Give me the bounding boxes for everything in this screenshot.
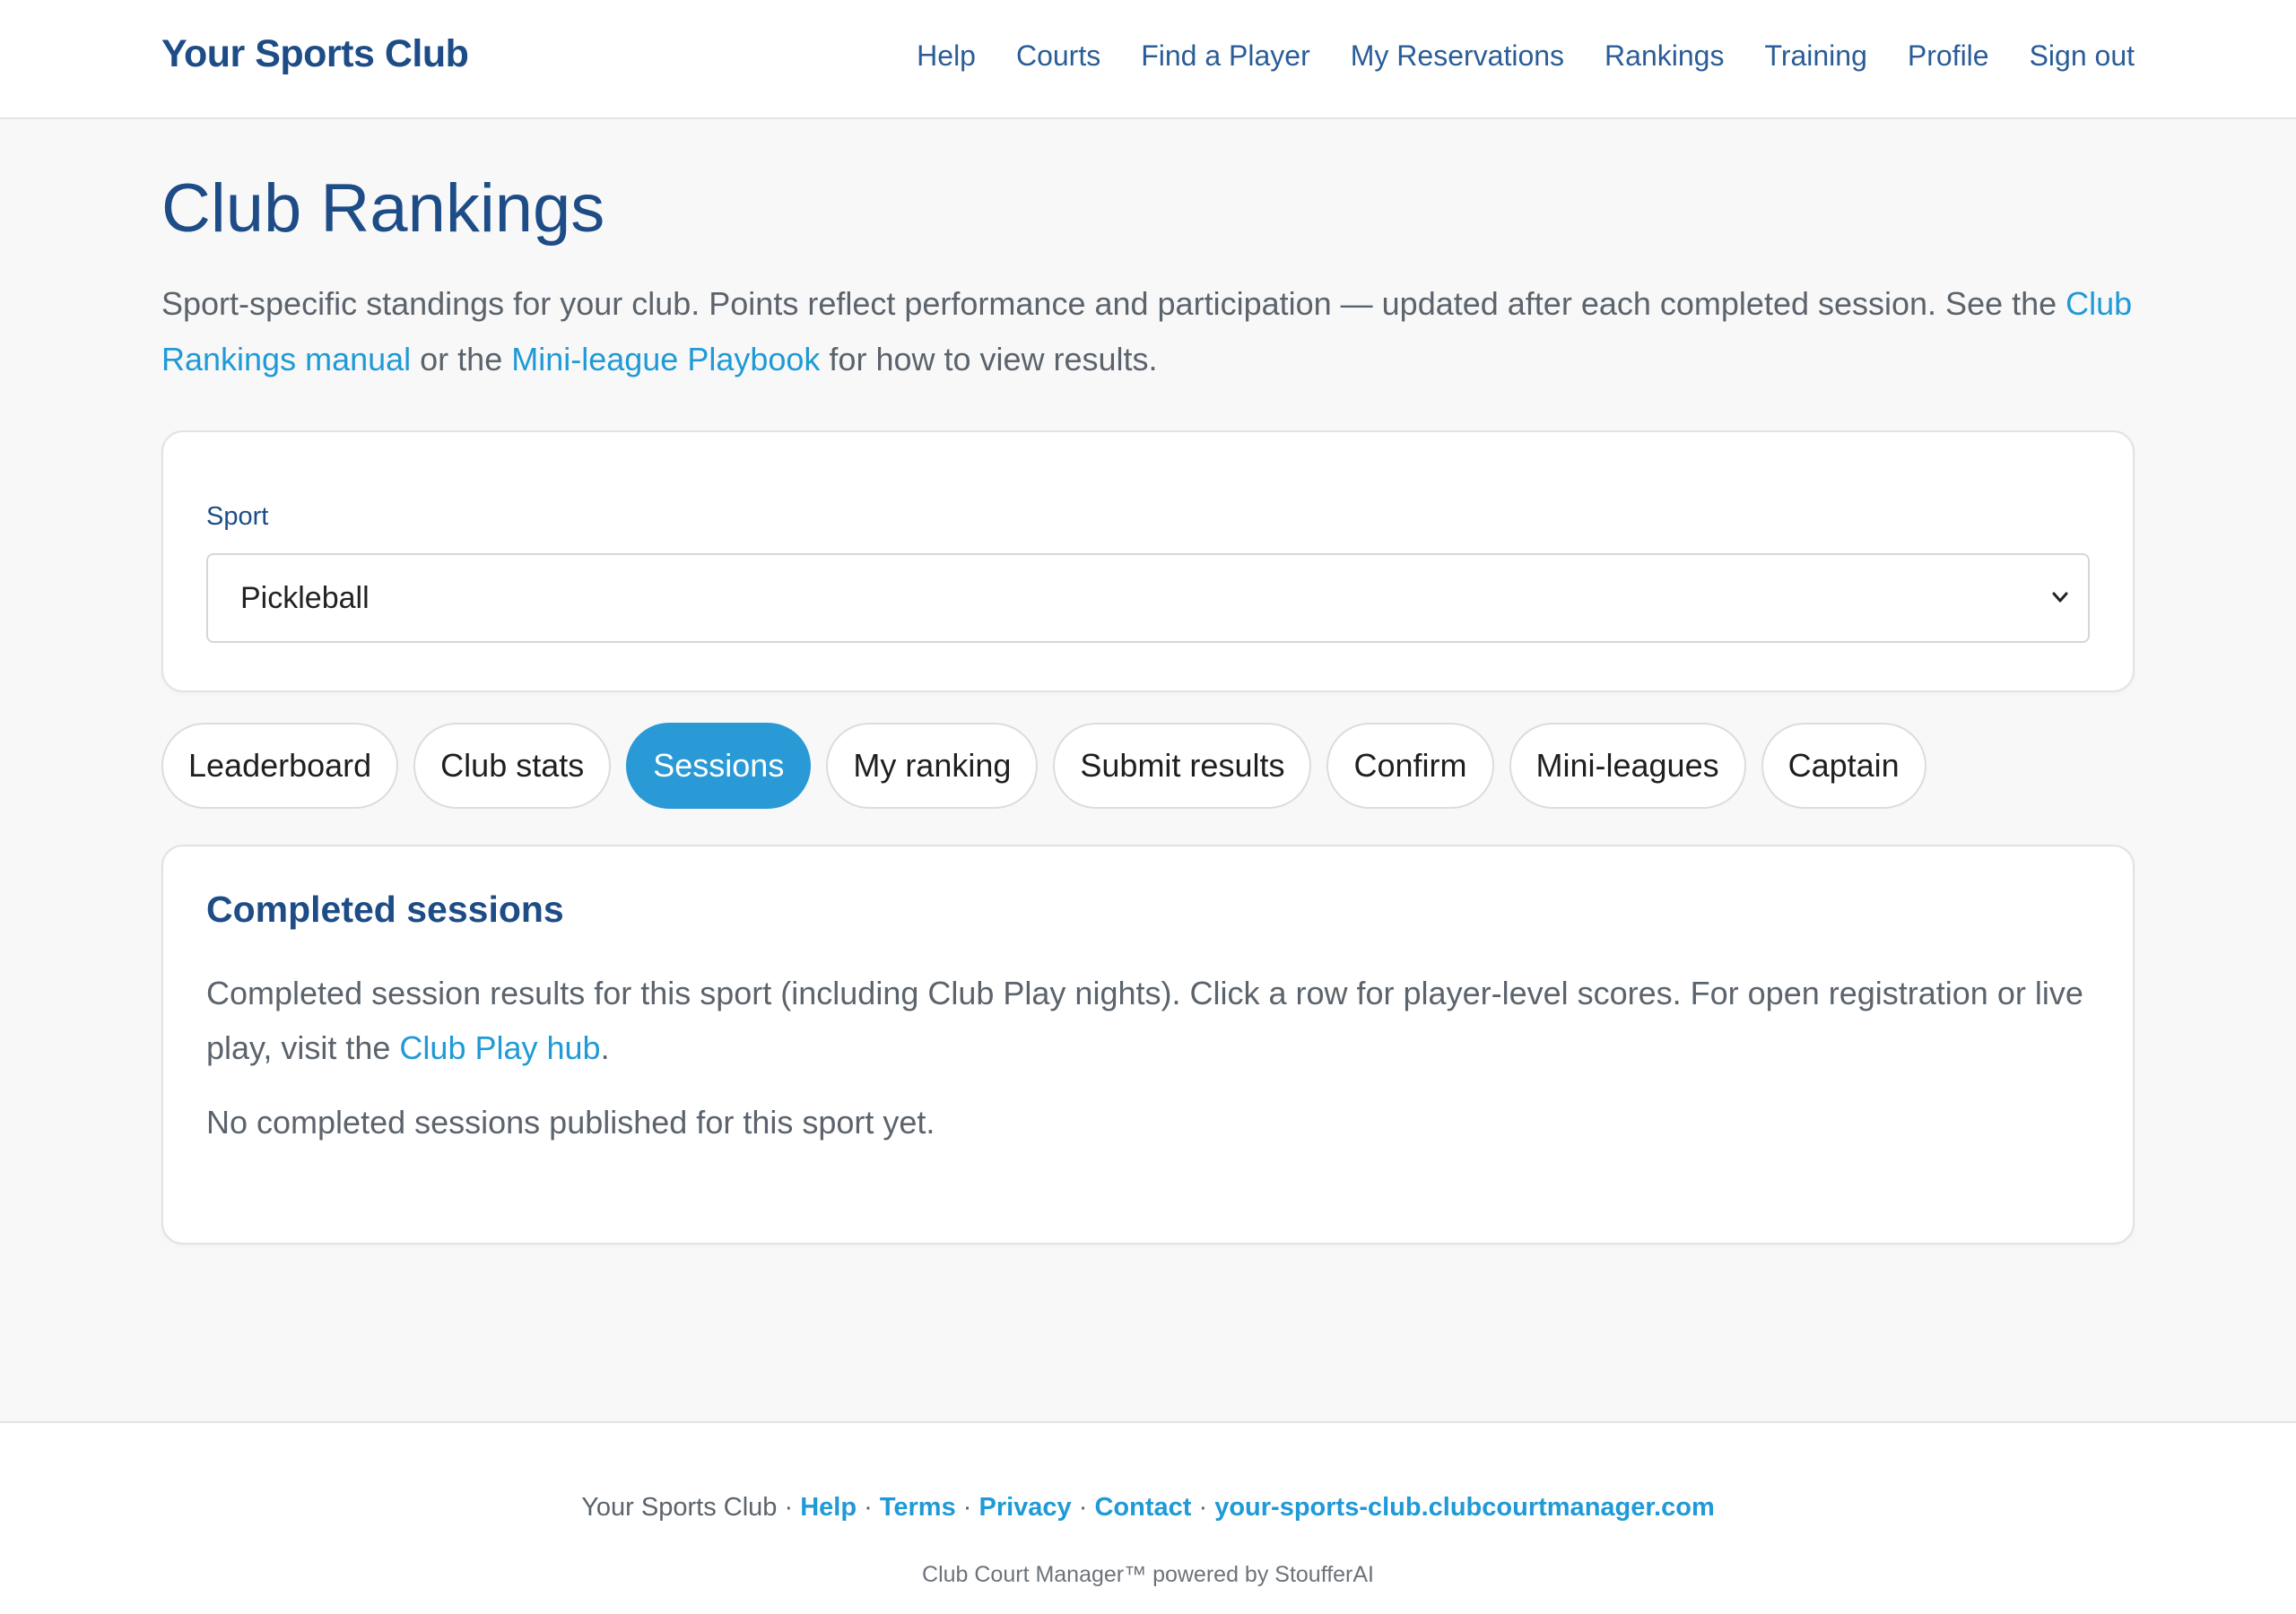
- rankings-tabs: Leaderboard Club stats Sessions My ranki…: [161, 723, 2135, 810]
- top-navbar: Your Sports Club Help Courts Find a Play…: [0, 0, 2296, 119]
- tab-mini-leagues[interactable]: Mini-leagues: [1509, 723, 1746, 810]
- nav-my-reservations-link[interactable]: My Reservations: [1351, 39, 1564, 73]
- nav-help-link[interactable]: Help: [917, 39, 976, 73]
- nav-training-link[interactable]: Training: [1764, 39, 1866, 73]
- tab-leaderboard[interactable]: Leaderboard: [161, 723, 399, 810]
- footer-terms-link[interactable]: Terms: [880, 1493, 956, 1522]
- footer-contact-link[interactable]: Contact: [1094, 1493, 1191, 1522]
- sessions-desc-end: .: [600, 1029, 610, 1067]
- tab-submit-results[interactable]: Submit results: [1053, 723, 1312, 810]
- footer-links: Your Sports Club · Help · Terms · Privac…: [0, 1493, 2296, 1523]
- nav-rankings-link[interactable]: Rankings: [1605, 39, 1724, 73]
- sessions-description: Completed session results for this sport…: [206, 966, 2090, 1075]
- page-intro: Sport-specific standings for your club. …: [161, 276, 2135, 387]
- tab-confirm[interactable]: Confirm: [1326, 723, 1494, 810]
- sport-select-value: Pickleball: [240, 581, 370, 616]
- nav-sign-out-link[interactable]: Sign out: [2030, 39, 2135, 73]
- footer-separator: ·: [1191, 1493, 1215, 1522]
- footer-site-name: Your Sports Club: [581, 1493, 778, 1522]
- main-nav: Help Courts Find a Player My Reservation…: [917, 39, 2135, 73]
- footer-separator: ·: [955, 1493, 979, 1522]
- tab-sessions[interactable]: Sessions: [626, 723, 812, 810]
- mini-league-playbook-link[interactable]: Mini-league Playbook: [511, 341, 820, 377]
- footer-powered-by: Club Court Manager™ powered by StoufferA…: [922, 1562, 1374, 1587]
- page-title: Club Rankings: [161, 170, 605, 247]
- intro-text-start: Sport-specific standings for your club. …: [161, 285, 2066, 323]
- completed-sessions-card: Completed sessions Completed session res…: [161, 845, 2135, 1245]
- nav-courts-link[interactable]: Courts: [1016, 39, 1100, 73]
- main-content: Club Rankings Sport-specific standings f…: [161, 119, 2135, 1245]
- sport-filter-card: Sport Pickleball: [161, 430, 2135, 693]
- tab-my-ranking[interactable]: My ranking: [826, 723, 1039, 810]
- page-footer: Your Sports Club · Help · Terms · Privac…: [0, 1421, 2296, 1614]
- footer-privacy-link[interactable]: Privacy: [978, 1493, 1071, 1522]
- chevron-down-icon: [2052, 555, 2068, 676]
- empty-state-message: No completed sessions published for this…: [206, 1104, 935, 1141]
- brand-logo-link[interactable]: Your Sports Club: [161, 32, 469, 76]
- section-title: Completed sessions: [206, 889, 564, 931]
- tab-club-stats[interactable]: Club stats: [413, 723, 612, 810]
- nav-find-a-player-link[interactable]: Find a Player: [1141, 39, 1310, 73]
- intro-text-middle: or the: [411, 341, 512, 378]
- sport-select[interactable]: Pickleball: [206, 553, 2090, 644]
- sport-label: Sport: [206, 502, 269, 532]
- intro-text-end: for how to view results.: [820, 341, 1158, 378]
- club-play-hub-link[interactable]: Club Play hub: [399, 1029, 600, 1066]
- footer-domain-link[interactable]: your-sports-club.clubcourtmanager.com: [1214, 1493, 1715, 1522]
- footer-separator: ·: [777, 1493, 801, 1522]
- tab-captain[interactable]: Captain: [1761, 723, 1926, 810]
- footer-separator: ·: [857, 1493, 880, 1522]
- nav-profile-link[interactable]: Profile: [1908, 39, 1989, 73]
- footer-separator: ·: [1071, 1493, 1095, 1522]
- footer-help-link[interactable]: Help: [800, 1493, 857, 1522]
